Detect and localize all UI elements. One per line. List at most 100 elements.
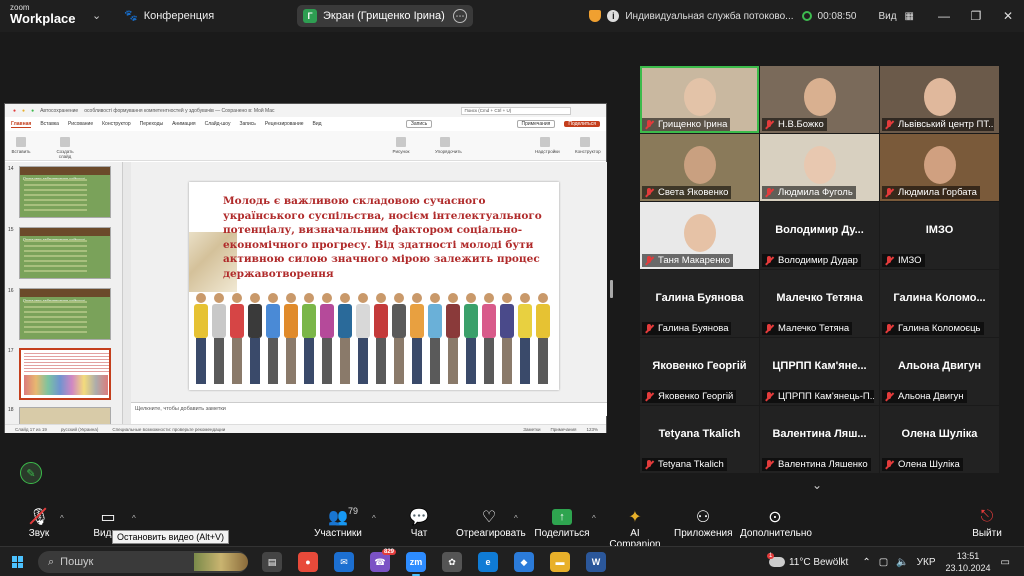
react-options-caret[interactable]: ^: [514, 514, 518, 523]
participant-tile[interactable]: Володимир Ду... Володимир Дудар: [760, 202, 879, 269]
slide-thumbnail[interactable]: Принципи забезпечення стійкості: [19, 166, 111, 218]
participant-tile[interactable]: Н.В.Божко: [760, 66, 879, 133]
participant-tile[interactable]: Валентина Ляш... Валентина Ляшенко: [760, 406, 879, 473]
close-icon[interactable]: ✕: [992, 9, 1024, 23]
info-icon[interactable]: i: [607, 10, 620, 22]
slide-thumbnail[interactable]: Принципи забезпечення стійкості: [19, 288, 111, 340]
network-icon[interactable]: ▢: [879, 557, 888, 568]
mail-icon[interactable]: ✉: [334, 552, 354, 572]
slide-thumbnail[interactable]: Принципи забезпечення стійкості: [19, 227, 111, 279]
conference-menu[interactable]: 🐾 Конференция: [124, 9, 214, 23]
tab-slideshow[interactable]: Слайд-шоу: [205, 121, 231, 127]
taskbar-search[interactable]: ⌕ Пошук: [38, 551, 248, 573]
notes-pane[interactable]: Щелкните, чтобы добавить заметки: [131, 402, 607, 416]
view-menu[interactable]: Вид: [878, 11, 896, 22]
store-icon[interactable]: ◆: [514, 552, 534, 572]
person-legs: [412, 338, 422, 384]
ppt-share-button[interactable]: Поделиться: [564, 121, 600, 127]
more-button[interactable]: ⊙ Дополнительно: [740, 506, 812, 539]
participant-tile[interactable]: Малечко Тетяна Малечко Тетяна: [760, 270, 879, 337]
word-icon[interactable]: W: [586, 552, 606, 572]
paint-icon[interactable]: ✿: [442, 552, 462, 572]
tab-design[interactable]: Конструктор: [102, 121, 131, 127]
participant-tile[interactable]: Света Яковенко: [640, 134, 759, 201]
chevron-down-icon[interactable]: ⌄: [92, 9, 101, 22]
share-options-caret[interactable]: ^: [592, 514, 596, 523]
viber-icon[interactable]: ☎ 829: [370, 549, 396, 572]
participant-tile[interactable]: Яковенко Георгій Яковенко Георгій: [640, 338, 759, 405]
annotate-icon[interactable]: ✎: [20, 462, 42, 484]
tab-review[interactable]: Рецензирование: [265, 121, 304, 127]
restore-icon[interactable]: ❐: [960, 9, 992, 23]
participant-name-tag: Яковенко Георгій: [642, 390, 737, 403]
view-grid-icon[interactable]: ▦: [905, 11, 914, 22]
participant-tile[interactable]: Львівський центр ПТ...: [880, 66, 999, 133]
audio-button[interactable]: 🎙 Звук: [24, 506, 54, 539]
slide-thumbnail[interactable]: [19, 407, 111, 424]
video-options-caret[interactable]: ^: [132, 514, 136, 523]
minimize-icon[interactable]: —: [928, 9, 960, 23]
participant-tile[interactable]: Галина Буянова Галина Буянова: [640, 270, 759, 337]
slide-text[interactable]: Молодь є важливою складовою сучасного ук…: [223, 194, 543, 281]
tab-transitions[interactable]: Переходы: [140, 121, 163, 127]
participant-tile[interactable]: Альона Двигун Альона Двигун: [880, 338, 999, 405]
audio-options-caret[interactable]: ^: [60, 514, 64, 523]
ppt-doc-title: особливості формування компетентностей у…: [84, 107, 275, 114]
ai-companion-button[interactable]: ✦ AI Companion: [604, 506, 666, 550]
paste-button[interactable]: Вставить: [11, 137, 31, 154]
participant-tile[interactable]: IMЗО IMЗО: [880, 202, 999, 269]
participant-tile[interactable]: Tetyana Tkalich Tetyana Tkalich: [640, 406, 759, 473]
react-button[interactable]: ♡ Отреагировать: [456, 506, 526, 539]
chevron-down-icon[interactable]: ⌄: [812, 478, 822, 492]
participant-name-tag: Галина Коломоєць: [882, 322, 984, 335]
tab-view[interactable]: Вид: [313, 121, 322, 127]
participant-tile[interactable]: ЦПРПП Кам'янe... ЦПРПП Кам'янець-П...: [760, 338, 879, 405]
notification-icon[interactable]: ▭: [1001, 557, 1010, 568]
language-indicator[interactable]: УКР: [917, 557, 936, 568]
clock[interactable]: 13:51 23.10.2024: [946, 550, 991, 574]
share-button[interactable]: ↑ Поделиться: [534, 506, 590, 539]
apps-button[interactable]: ⚇ Приложения: [674, 506, 733, 539]
explorer-icon[interactable]: ▬: [550, 552, 570, 572]
chrome-icon[interactable]: ●: [298, 552, 318, 572]
speaker-icon[interactable]: 🔈: [896, 557, 908, 568]
participant-tile[interactable]: Людмила Горбата: [880, 134, 999, 201]
ppt-notes-button[interactable]: Примечания: [516, 120, 556, 128]
slide-thumbnail-selected[interactable]: [19, 348, 111, 400]
tab-record[interactable]: Запись: [240, 121, 256, 127]
designer-button[interactable]: Конструктор: [575, 137, 601, 154]
screen-share-indicator[interactable]: Г Экран (Грищенко Ірина) ⋯: [297, 5, 473, 27]
participant-tile[interactable]: Людмила Фуголь: [760, 134, 879, 201]
split-handle[interactable]: [610, 280, 613, 298]
current-slide[interactable]: Молодь є важливою складовою сучасного ук…: [189, 182, 559, 390]
stream-service-label[interactable]: Индивидуальная служба потоково...: [625, 11, 793, 22]
participant-tile[interactable]: Олена Шуліка Олена Шуліка: [880, 406, 999, 473]
addins-button[interactable]: Надстройки: [535, 137, 560, 154]
shield-icon[interactable]: [589, 10, 602, 22]
picture-button[interactable]: Рисунок: [391, 137, 411, 154]
tab-insert[interactable]: Вставка: [40, 121, 59, 127]
leave-button[interactable]: ⎋ Выйти: [970, 506, 1004, 539]
ppt-search[interactable]: Поиск (Cmd + Ctrl + U): [460, 106, 571, 115]
thumbnail-scrollbar[interactable]: [123, 162, 131, 424]
participants-options-caret[interactable]: ^: [372, 514, 376, 523]
weather-widget[interactable]: 1 11°C Bewölkt: [766, 553, 848, 568]
chat-button[interactable]: 💬 Чат: [404, 506, 434, 539]
task-view-icon[interactable]: ▤: [262, 552, 282, 572]
new-slide-button[interactable]: Создать слайд: [55, 137, 75, 159]
windows-start-icon[interactable]: [12, 556, 24, 568]
more-icon[interactable]: ⋯: [453, 9, 467, 23]
ppt-record-button[interactable]: Запись: [405, 120, 433, 128]
tab-draw[interactable]: Рисование: [68, 121, 93, 127]
arrange-button[interactable]: Упорядочить: [435, 137, 462, 154]
participants-button[interactable]: 👥 79 Участники: [310, 506, 366, 539]
participant-tile[interactable]: Грищенко Ірина: [640, 66, 759, 133]
chevron-up-icon[interactable]: ⌃: [862, 557, 870, 568]
zoom-taskbar-icon[interactable]: zm: [406, 552, 426, 576]
tab-animation[interactable]: Анимация: [172, 121, 195, 127]
participant-tile[interactable]: Галина Коломо... Галина Коломоєць: [880, 270, 999, 337]
edge-icon[interactable]: e: [478, 552, 498, 572]
participant-tile[interactable]: Таня Макаренко: [640, 202, 759, 269]
zoom-level[interactable]: 123%: [586, 427, 598, 432]
tab-home[interactable]: Главная: [11, 121, 32, 128]
